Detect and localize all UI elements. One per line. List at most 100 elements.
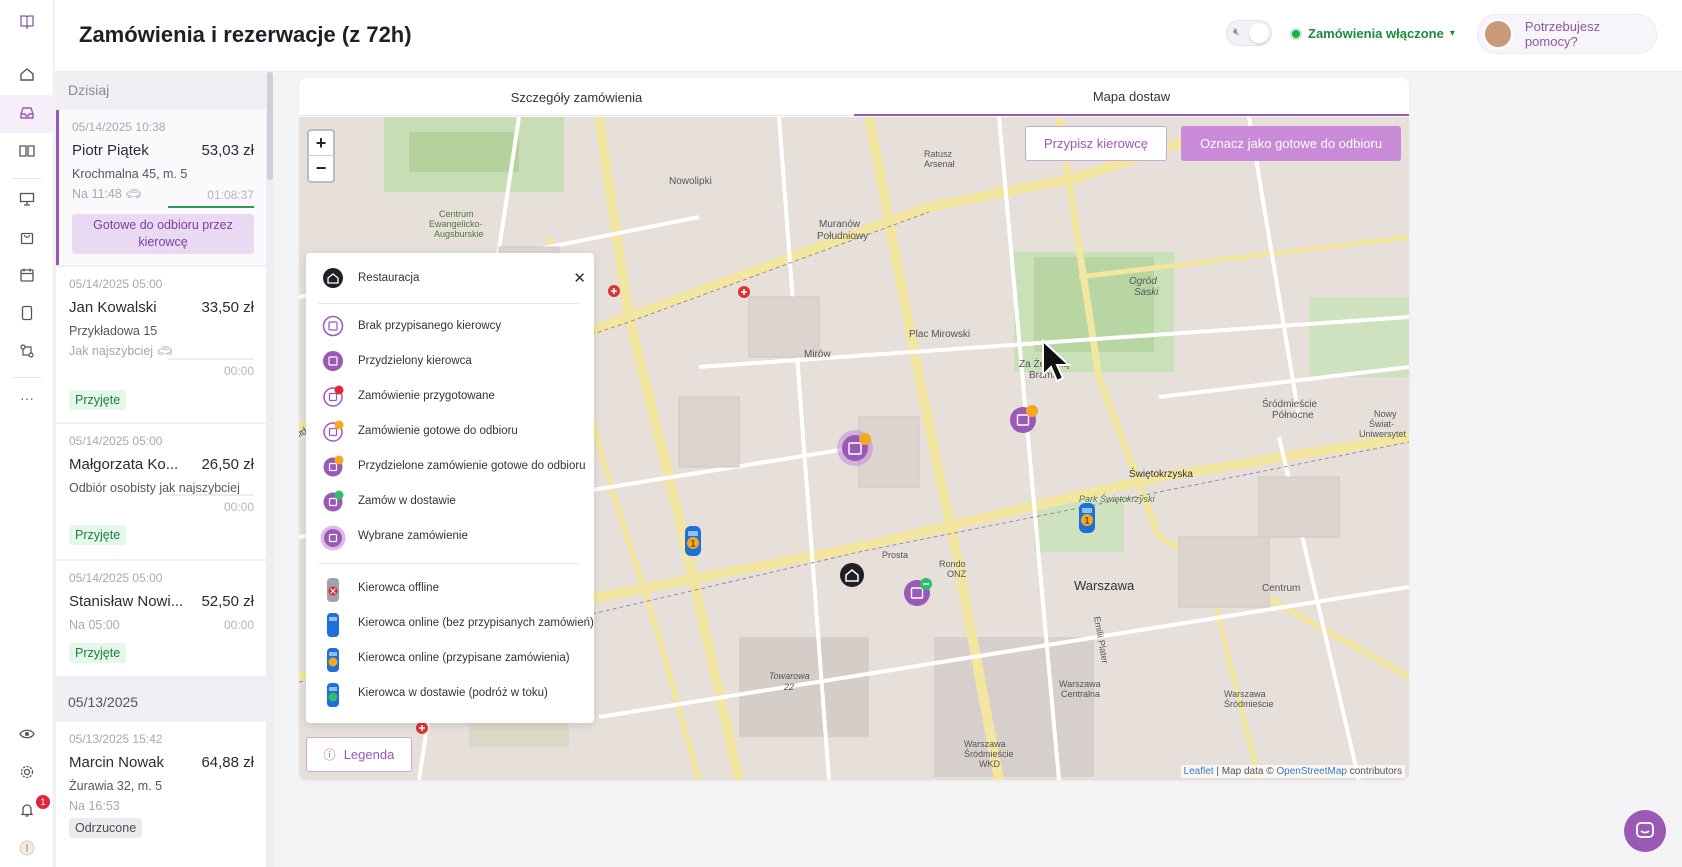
nav-rail: ··· 1 bbox=[0, 0, 54, 867]
svg-text:Warszawa: Warszawa bbox=[1224, 689, 1266, 699]
status-online-icon bbox=[1290, 27, 1302, 40]
order-card[interactable]: 05/14/2025 05:00 Jan Kowalski 33,50 zł P… bbox=[56, 267, 266, 422]
delivery-map[interactable]: Nowolipki Muranów Południowy Ogród Saski… bbox=[299, 117, 1409, 780]
page-title: Zamówienia i rezerwacje (z 72h) bbox=[79, 22, 412, 47]
monitor-icon[interactable] bbox=[15, 187, 39, 211]
svg-text:Centrum: Centrum bbox=[439, 209, 474, 219]
assigned-ready-order-marker[interactable] bbox=[1009, 404, 1039, 439]
status-badge: Gotowe do odbioru przez kierowcę bbox=[72, 214, 254, 254]
order-in-delivery-icon bbox=[322, 490, 344, 512]
orders-list-scrollbar[interactable] bbox=[267, 72, 273, 867]
integrations-icon[interactable] bbox=[15, 339, 39, 363]
inbox-orders-icon[interactable] bbox=[15, 101, 39, 125]
order-ready-icon bbox=[322, 420, 344, 442]
chat-launcher-button[interactable] bbox=[1624, 810, 1666, 852]
svg-text:Świętokrzyska: Świętokrzyska bbox=[1129, 467, 1193, 480]
legend-row: Zamówienie gotowe do odbioru bbox=[322, 416, 518, 446]
status-badge: Przyjęte bbox=[69, 390, 127, 410]
svg-text:Ratusz: Ratusz bbox=[924, 149, 953, 159]
chevron-down-icon: ▾ bbox=[1449, 28, 1455, 39]
svg-text:22: 22 bbox=[783, 682, 794, 692]
svg-text:ONZ: ONZ bbox=[947, 569, 967, 579]
order-assigned-icon bbox=[322, 350, 344, 372]
order-selected-icon bbox=[320, 525, 346, 551]
calendar-icon[interactable] bbox=[15, 263, 39, 287]
legend-button[interactable]: ⓘ Legenda bbox=[306, 737, 412, 772]
pharmacy-icon bbox=[415, 721, 429, 740]
tablet-icon[interactable] bbox=[15, 301, 39, 325]
speaker-muted-icon: 🔇︎ bbox=[1233, 26, 1240, 38]
leaflet-link[interactable]: Leaflet bbox=[1184, 766, 1214, 777]
legend-row: Kierowca offline bbox=[322, 573, 439, 603]
svg-text:Plac Mirowski: Plac Mirowski bbox=[909, 329, 970, 340]
svg-text:Nowolipki: Nowolipki bbox=[669, 176, 712, 187]
tab-bar: Szczegóły zamówienia Mapa dostaw bbox=[299, 78, 1409, 116]
driver-online-assigned-marker[interactable]: 1 bbox=[1077, 502, 1097, 539]
mouse-cursor-icon bbox=[1041, 338, 1073, 388]
selected-order-marker[interactable] bbox=[836, 429, 874, 472]
driver-offline-icon bbox=[322, 577, 344, 602]
chat-icon bbox=[1636, 822, 1654, 838]
mark-ready-button[interactable]: Oznacz jako gotowe do odbioru bbox=[1181, 126, 1401, 161]
order-panel: Szczegóły zamówienia Mapa dostaw Nowolip… bbox=[299, 78, 1409, 780]
svg-text:Prosta: Prosta bbox=[882, 550, 908, 560]
app-logo-icon[interactable] bbox=[15, 10, 39, 34]
menu-book-icon[interactable] bbox=[15, 139, 39, 163]
more-icon[interactable]: ··· bbox=[15, 386, 39, 410]
svg-text:Warszawa: Warszawa bbox=[1059, 679, 1101, 689]
day-header-date: 05/13/2025 bbox=[55, 684, 267, 720]
svg-text:Śródmieście: Śródmieście bbox=[1224, 698, 1274, 709]
driver-online-assigned-marker[interactable]: 1 bbox=[683, 525, 703, 562]
restaurant-marker[interactable] bbox=[839, 562, 865, 593]
pharmacy-icon bbox=[607, 284, 621, 303]
zoom-in-button[interactable]: + bbox=[309, 131, 333, 156]
sound-toggle[interactable]: 🔇︎ bbox=[1226, 20, 1272, 46]
pharmacy-icon bbox=[737, 285, 751, 304]
legend-row: Wybrane zamówienie bbox=[320, 521, 468, 551]
car-icon: 🚗︎ bbox=[125, 187, 142, 201]
svg-text:Centralna: Centralna bbox=[1061, 689, 1100, 699]
order-assigned-ready-icon bbox=[322, 455, 344, 477]
svg-text:Centrum: Centrum bbox=[1262, 583, 1300, 594]
svg-text:Północne: Północne bbox=[1272, 410, 1314, 421]
order-prepared-icon bbox=[322, 385, 344, 407]
assign-driver-button[interactable]: Przypisz kierowcę bbox=[1025, 126, 1167, 161]
order-card[interactable]: 05/14/2025 10:38 Piotr Piątek 53,03 zł K… bbox=[56, 110, 266, 265]
legend-row: Kierowca online (bez przypisanych zamówi… bbox=[322, 608, 594, 638]
svg-text:Mirów: Mirów bbox=[804, 349, 831, 360]
map-attribution: Leaflet | Map data © OpenStreetMap contr… bbox=[1180, 765, 1405, 778]
order-card[interactable]: 05/14/2025 05:00 Małgorzata Ko... 26,50 … bbox=[56, 424, 266, 559]
legend-row: Zamówienie przygotowane bbox=[322, 381, 495, 411]
svg-text:Arsenał: Arsenał bbox=[924, 159, 955, 169]
help-button[interactable]: Potrzebujesz pomocy? bbox=[1477, 14, 1657, 54]
gear-icon[interactable] bbox=[15, 760, 39, 784]
tab-order-details[interactable]: Szczegóły zamówienia bbox=[299, 78, 854, 116]
support-avatar bbox=[1483, 19, 1513, 49]
shopping-bag-icon[interactable] bbox=[15, 225, 39, 249]
tab-delivery-map[interactable]: Mapa dostaw bbox=[854, 78, 1409, 116]
progress-bar bbox=[168, 494, 254, 496]
orders-status-dropdown[interactable]: Zamówienia włączone ▾ bbox=[1290, 26, 1455, 41]
close-icon[interactable]: ✕ bbox=[573, 269, 586, 287]
svg-text:Warszawa: Warszawa bbox=[964, 739, 1006, 749]
in-delivery-order-marker[interactable] bbox=[903, 577, 933, 612]
svg-text:Saski: Saski bbox=[1134, 287, 1159, 298]
order-card[interactable]: 05/14/2025 05:00 Stanisław Nowi... 52,50… bbox=[56, 561, 266, 676]
svg-text:WKD: WKD bbox=[979, 759, 1000, 769]
user-avatar-icon[interactable] bbox=[15, 836, 39, 860]
svg-text:Augsburskie: Augsburskie bbox=[434, 229, 484, 239]
map-legend: ✕ Restauracja Brak przypisanego kierowcy… bbox=[306, 253, 594, 723]
svg-text:Świat-: Świat- bbox=[1369, 418, 1394, 429]
svg-text:1: 1 bbox=[691, 539, 696, 549]
osm-link[interactable]: OpenStreetMap bbox=[1276, 766, 1347, 777]
eye-icon[interactable] bbox=[15, 722, 39, 746]
driver-online-free-icon bbox=[322, 612, 344, 637]
svg-text:1: 1 bbox=[1085, 516, 1090, 526]
status-badge: Przyjęte bbox=[69, 525, 127, 545]
legend-row: Zamów w dostawie bbox=[322, 486, 456, 516]
home-icon[interactable] bbox=[15, 62, 39, 86]
order-card[interactable]: 05/13/2025 15:42 Marcin Nowak 64,88 zł Ż… bbox=[56, 722, 266, 867]
legend-row: Kierowca w dostawie (podróż w toku) bbox=[322, 678, 548, 708]
progress-bar bbox=[168, 358, 254, 360]
zoom-out-button[interactable]: − bbox=[309, 156, 333, 181]
